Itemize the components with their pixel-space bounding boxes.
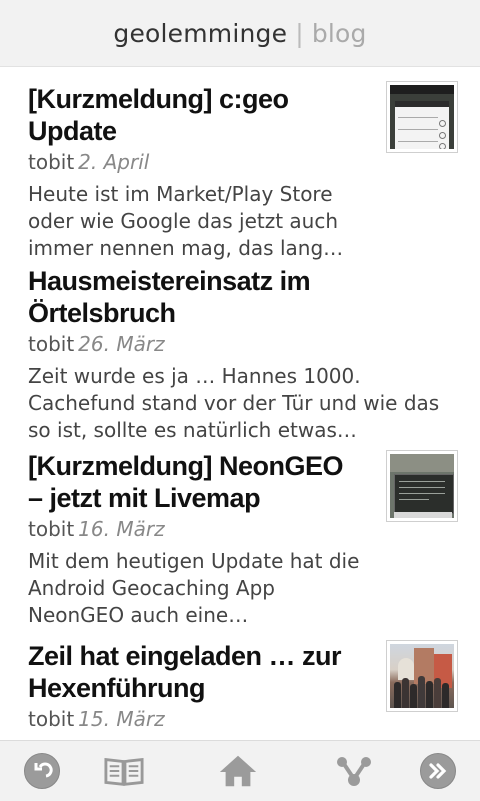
post-author: tobit <box>28 150 75 174</box>
title-separator: | <box>295 18 304 48</box>
share-button[interactable] <box>334 751 374 791</box>
post-item[interactable]: [Kurzmeldung] c:geo Update tobit 2. April… <box>28 81 458 262</box>
site-title[interactable]: geolemminge <box>113 19 287 48</box>
post-excerpt: Mit dem heutigen Update hat die Android … <box>28 549 360 627</box>
post-meta: tobit 26. März <box>28 330 458 358</box>
back-icon <box>24 753 60 789</box>
home-button[interactable] <box>218 751 258 791</box>
articles-button[interactable] <box>104 751 144 791</box>
post-date: 2. April <box>78 150 150 174</box>
post-list: [Kurzmeldung] c:geo Update tobit 2. April… <box>0 67 480 740</box>
share-icon <box>337 757 371 786</box>
post-thumbnail[interactable] <box>386 450 458 522</box>
post-excerpt: Zeit wurde es ja … Hannes 1000. Cachefun… <box>28 364 440 442</box>
post-author: tobit <box>28 332 75 356</box>
forward-button[interactable] <box>418 751 458 791</box>
book-icon <box>104 757 144 786</box>
post-thumbnail[interactable] <box>386 640 458 712</box>
post-title[interactable]: Hausmeistereinsatz im Örtelsbruch <box>28 265 458 329</box>
post-date: 26. März <box>78 332 165 356</box>
post-title[interactable]: [Kurzmeldung] NeonGEO – jetzt mit Livema… <box>28 450 363 514</box>
back-button[interactable] <box>22 751 62 791</box>
post-title[interactable]: Zeil hat eingeladen … zur Hexenführung <box>28 640 363 704</box>
forward-icon <box>420 753 456 789</box>
post-title[interactable]: [Kurzmeldung] c:geo Update <box>28 83 363 147</box>
post-item[interactable]: [Kurzmeldung] NeonGEO – jetzt mit Livema… <box>28 450 458 629</box>
post-item[interactable]: Hausmeistereinsatz im Örtelsbruch tobit 2… <box>28 265 458 444</box>
post-date: 16. März <box>78 517 165 541</box>
post-item[interactable]: Zeil hat eingeladen … zur Hexenführung t… <box>28 640 458 733</box>
post-excerpt: Heute ist im Market/Play Store oder wie … <box>28 182 344 260</box>
bottom-nav <box>0 740 480 801</box>
post-author: tobit <box>28 707 75 731</box>
post-author: tobit <box>28 517 75 541</box>
post-thumbnail[interactable] <box>386 81 458 153</box>
app-header: geolemminge | blog <box>0 0 480 67</box>
post-date: 15. März <box>78 707 165 731</box>
home-icon <box>219 755 257 787</box>
section-title: blog <box>311 18 367 48</box>
